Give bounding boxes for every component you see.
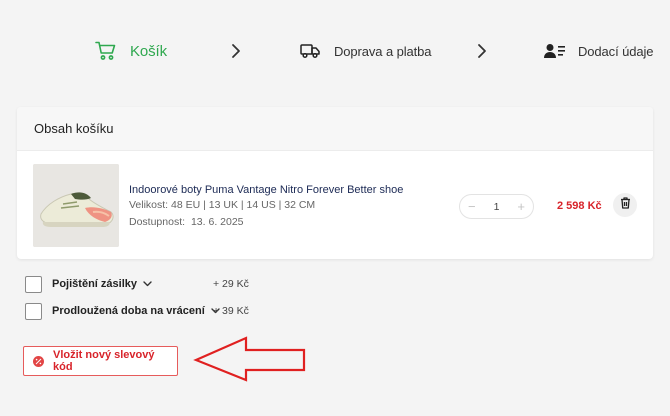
product-availability: Dostupnost: 13. 6. 2025: [129, 214, 403, 231]
item-price: 2 598 Kč: [557, 200, 602, 212]
cart-title: Obsah košíku: [17, 107, 653, 151]
cart-icon: [95, 41, 117, 61]
add-discount-code-button[interactable]: Vložit nový slevový kód: [23, 346, 178, 376]
step-cart-label: Košík: [130, 42, 168, 60]
chevron-down-icon[interactable]: [143, 281, 152, 287]
extended-return-label[interactable]: Prodloužená doba na vrácení: [52, 305, 205, 317]
cart-item: Indoorové boty Puma Vantage Nitro Foreve…: [17, 151, 653, 259]
availability-label: Dostupnost:: [129, 216, 186, 228]
user-details-icon: [544, 43, 566, 59]
step-cart[interactable]: Košík: [95, 36, 167, 66]
product-size: Velikost: 48 EU | 13 UK | 14 US | 32 CM: [129, 199, 316, 211]
truck-icon: [300, 43, 320, 59]
chevron-right-icon: [477, 43, 487, 64]
checkout-stepper: Košík Doprava a platba Dodací údaje: [0, 36, 670, 66]
product-image[interactable]: [33, 164, 119, 247]
quantity-decrease-button[interactable]: −: [468, 200, 476, 213]
extended-return-price: + 39 Kč: [213, 305, 249, 317]
shipment-insurance-checkbox[interactable]: [25, 275, 42, 293]
step-shipping[interactable]: Doprava a platba: [300, 36, 432, 66]
product-info: Indoorové boty Puma Vantage Nitro Foreve…: [129, 183, 403, 231]
product-name[interactable]: Indoorové boty Puma Vantage Nitro Foreve…: [129, 183, 403, 197]
trash-icon: [620, 196, 631, 214]
step-delivery-details[interactable]: Dodací údaje: [544, 36, 654, 66]
step-shipping-label: Doprava a platba: [334, 43, 432, 59]
option-extended-return: Prodloužená doba na vrácení + 39 Kč: [25, 302, 249, 320]
quantity-value[interactable]: 1: [494, 201, 500, 213]
quantity-stepper: − 1 +: [459, 194, 534, 219]
remove-item-button[interactable]: [613, 193, 637, 217]
quantity-increase-button[interactable]: +: [517, 200, 525, 213]
add-discount-code-label: Vložit nový slevový kód: [53, 349, 155, 373]
extended-return-checkbox[interactable]: [25, 302, 42, 320]
step-delivery-details-label: Dodací údaje: [578, 43, 654, 59]
cart-card: Obsah košíku Indoorové boty Puma Vantage…: [17, 107, 653, 259]
availability-date: 13. 6. 2025: [190, 216, 244, 228]
shipment-insurance-label[interactable]: Pojištění zásilky: [52, 278, 137, 290]
percent-badge-icon: [33, 355, 44, 367]
shipment-insurance-price: + 29 Kč: [213, 278, 249, 290]
red-arrow-annotation: [190, 334, 308, 387]
option-shipment-insurance: Pojištění zásilky + 29 Kč: [25, 275, 249, 293]
chevron-right-icon: [231, 43, 241, 64]
